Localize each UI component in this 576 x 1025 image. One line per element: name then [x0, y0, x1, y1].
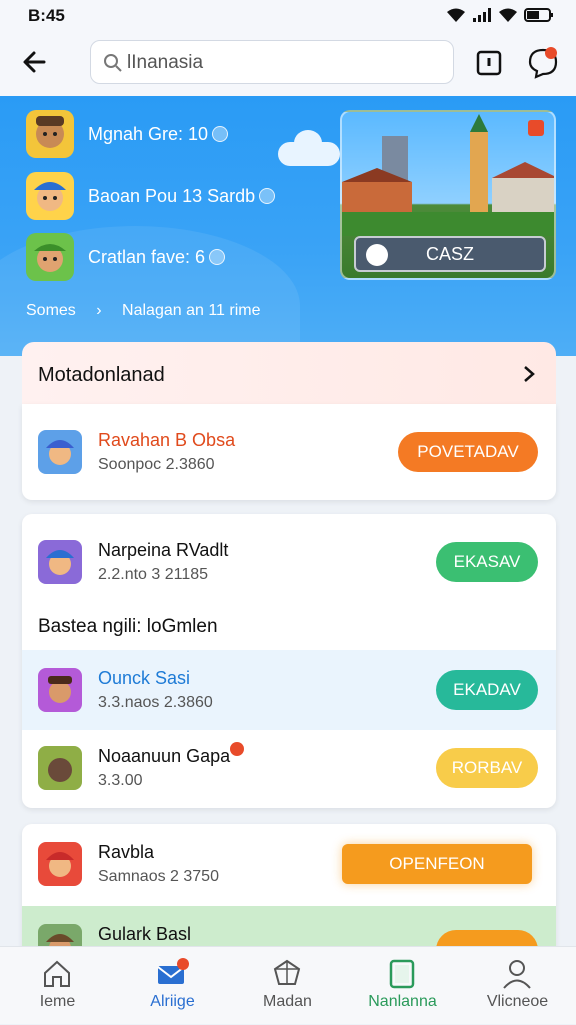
game-name: Narpeina RVadlt [98, 540, 229, 560]
download-button[interactable]: POVETADAV [398, 432, 538, 472]
list-item[interactable]: Noaanuun Gapa 3.3.00 RORBAV [22, 728, 556, 808]
hero-row[interactable]: Mgnah Gre: 10 [26, 110, 326, 158]
coin-icon [259, 187, 276, 204]
mail-icon [157, 958, 189, 984]
top-bar [0, 30, 576, 96]
game-card: Ravahan B Obsa Soonpoc 2.3860 POVETADAV [22, 404, 556, 500]
signal-icon [473, 8, 491, 22]
notification-bubble-icon[interactable] [524, 44, 562, 82]
game-avatar [38, 540, 82, 584]
wifi-icon [447, 8, 465, 22]
castle-illustration [342, 114, 554, 236]
game-subtitle: 3.3.naos 2.3860 [98, 694, 213, 711]
nav-item-home[interactable]: Ieme [0, 947, 115, 1025]
nav-label: Alriige [150, 993, 195, 1010]
nav-label: Nanlanna [368, 993, 437, 1010]
puzzle-icon [273, 959, 301, 985]
game-name: Ravahan B Obsa [98, 430, 236, 450]
subsection-heading: Bastea ngili: loGmlen [38, 616, 218, 637]
download-button[interactable]: EKADAV [436, 670, 538, 710]
search-icon [104, 54, 122, 72]
person-icon [503, 960, 531, 989]
breadcrumb-home[interactable]: Somes [26, 302, 76, 319]
nav-item-mail[interactable]: Alriige [115, 947, 230, 1025]
notification-dot [230, 742, 244, 756]
list-item[interactable]: Ravahan B Obsa Soonpoc 2.3860 POVETADAV [22, 412, 556, 492]
game-avatar [38, 746, 82, 790]
game-name: Noaanuun Gapa [98, 746, 231, 766]
game-name: Ounck Sasi [98, 668, 191, 688]
download-button[interactable]: EKASAV [436, 542, 538, 582]
game-subtitle: Samnaos 2 3750 [98, 868, 219, 885]
game-avatar [38, 430, 82, 474]
hero-section: Mgnah Gre: 10 Baoan Pou 13 Sardb Cratlan… [0, 96, 576, 356]
featured-banner[interactable]: CASZ [340, 110, 556, 280]
game-subtitle: 2.2.nto 3 21185 [98, 566, 209, 583]
chevron-right-icon: › [96, 302, 102, 319]
nav-label: Vlicneoe [486, 993, 549, 1010]
game-name: Gulark Basl [98, 924, 192, 944]
bookmark-square-icon[interactable] [470, 44, 508, 82]
banner-button-label: CASZ [425, 243, 474, 264]
list-item[interactable]: Ravbla Samnaos 2 3750 OPENFEON [22, 824, 556, 904]
list-item[interactable]: Narpeina RVadlt 2.2.nto 3 21185 EKASAV [22, 522, 556, 602]
wifi-icon-2 [499, 8, 517, 22]
nav-label: Ieme [39, 993, 76, 1010]
game-avatar [38, 668, 82, 712]
nav-item-profile[interactable]: Vlicneoe [460, 947, 575, 1025]
game-avatar [26, 233, 74, 281]
coin-icon [212, 125, 229, 142]
nav-item-book[interactable]: Nanlanna [345, 947, 460, 1025]
open-button[interactable]: OPENFEON [342, 844, 532, 884]
search-bar[interactable] [90, 40, 454, 84]
bottom-navigation: Ieme Alriige Madan Nanlanna Vlicneoe [0, 946, 576, 1024]
hero-row-text: Baoan Pou 13 Sardb [88, 186, 276, 207]
back-arrow-icon[interactable] [18, 44, 54, 80]
hero-row[interactable]: Baoan Pou 13 Sardb [26, 172, 326, 220]
hero-row-text: Mgnah Gre: 10 [88, 124, 229, 145]
game-avatar [38, 842, 82, 886]
download-button[interactable]: RORBAV [436, 748, 538, 788]
game-subtitle: Soonpoc 2.3860 [98, 456, 215, 473]
section-header[interactable]: Motadonlanad [22, 342, 556, 406]
game-name: Ravbla [98, 842, 155, 862]
hero-row[interactable]: Cratlan fave: 6 [26, 233, 326, 281]
breadcrumb: Somes › Nalagan an 11 rime [26, 302, 276, 320]
search-input[interactable] [127, 50, 427, 76]
status-icons [446, 7, 554, 23]
home-icon [44, 960, 70, 987]
section-title: Motadonlanad [38, 364, 165, 386]
nav-label: Madan [263, 993, 312, 1010]
status-time: B:45 [28, 6, 65, 25]
breadcrumb-current: Nalagan an 11 rime [122, 302, 261, 319]
game-card: Narpeina RVadlt 2.2.nto 3 21185 EKASAV B… [22, 514, 556, 808]
banner-button[interactable]: CASZ [354, 236, 546, 272]
banner-badge [528, 120, 544, 136]
game-avatar [26, 172, 74, 220]
coin-icon [209, 248, 226, 265]
list-item[interactable]: Ounck Sasi 3.3.naos 2.3860 EKADAV [22, 650, 556, 730]
nav-item-puzzle[interactable]: Madan [230, 947, 345, 1025]
play-icon [366, 244, 388, 266]
game-subtitle: 3.3.00 [98, 772, 143, 789]
hero-row-text: Cratlan fave: 6 [88, 247, 226, 268]
status-bar: B:45 [0, 0, 576, 30]
game-avatar [26, 110, 74, 158]
book-icon [389, 959, 415, 989]
chevron-right-icon[interactable] [520, 364, 538, 384]
battery-icon [524, 8, 553, 22]
